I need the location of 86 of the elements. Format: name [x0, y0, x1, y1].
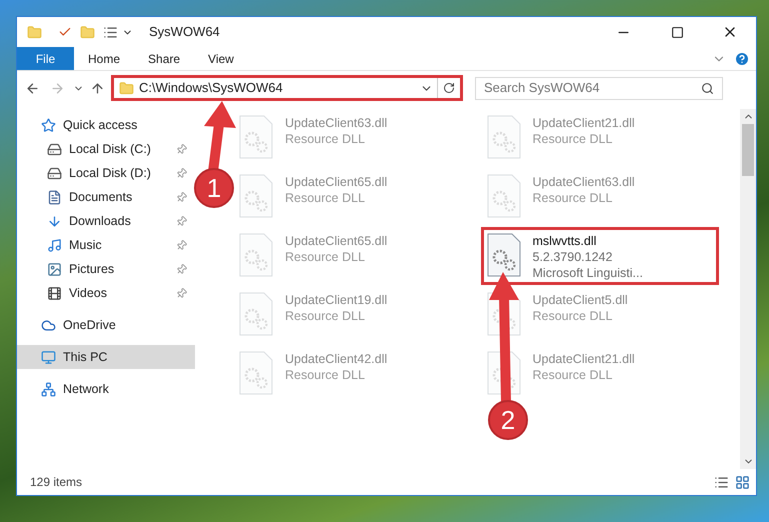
- file-detail: Resource DLL: [532, 367, 614, 383]
- help-icon[interactable]: [734, 50, 750, 66]
- folder-icon: [119, 80, 134, 96]
- file-name: UpdateClient21.dll: [532, 115, 635, 131]
- ribbon-tab[interactable]: View: [194, 47, 248, 70]
- scroll-thumb[interactable]: [742, 124, 754, 176]
- doc-icon: [47, 190, 62, 204]
- star-icon: [41, 118, 56, 132]
- file-menu-tab[interactable]: File: [17, 47, 74, 70]
- nav-label: Network: [63, 380, 110, 398]
- search-icon: [701, 82, 714, 94]
- maximize-button[interactable]: [671, 26, 684, 38]
- file-detail: 5.2.3790.1242: [532, 249, 614, 265]
- up-button[interactable]: [90, 80, 105, 96]
- gear-file-icon: [486, 233, 520, 277]
- back-button[interactable]: [25, 80, 40, 96]
- network-icon: [41, 382, 56, 396]
- ribbon-tab[interactable]: Home: [74, 47, 134, 70]
- file-detail: Resource DLL: [532, 131, 614, 147]
- item-count: 129 items: [30, 474, 84, 491]
- drive-icon: [47, 166, 62, 180]
- file-tile[interactable]: mslwvtts.dll 5.2.3790.1242 Microsoft Linguisti...: [486, 233, 712, 279]
- details-view-icon[interactable]: [714, 474, 729, 490]
- nav-label: Downloads: [69, 212, 132, 230]
- download-icon: [47, 214, 62, 228]
- gear-file-icon: [486, 115, 520, 159]
- cloud-icon: [41, 318, 56, 332]
- scrollbar[interactable]: [740, 109, 756, 469]
- nav-item[interactable]: Local Disk (D:): [17, 161, 195, 185]
- nav-label: Local Disk (C:): [69, 140, 152, 158]
- nav-label: Local Disk (D:): [69, 164, 152, 182]
- search-field[interactable]: Search SysWOW64: [475, 76, 723, 100]
- nav-label: Pictures: [69, 260, 116, 278]
- nav-item[interactable]: OneDrive: [17, 313, 195, 337]
- nav-label: Documents: [69, 188, 134, 206]
- large-icons-view-icon[interactable]: [735, 474, 750, 490]
- nav-item[interactable]: Downloads: [17, 209, 195, 233]
- nav-item[interactable]: This PC: [17, 345, 195, 369]
- nav-label: This PC: [63, 348, 108, 366]
- file-name: UpdateClient63.dll: [532, 174, 635, 190]
- picture-icon: [47, 262, 62, 276]
- gear-file-icon: [486, 351, 520, 395]
- refresh-button[interactable]: [443, 82, 455, 94]
- gear-file-icon: [239, 115, 273, 159]
- music-icon: [47, 238, 62, 252]
- file-detail: Resource DLL: [285, 367, 366, 383]
- file-detail: Resource DLL: [285, 190, 366, 206]
- search-input[interactable]: Search SysWOW64: [484, 78, 701, 98]
- gear-file-icon: [239, 233, 273, 277]
- file-name: UpdateClient42.dll: [285, 351, 388, 367]
- file-name: UpdateClient65.dll: [285, 174, 388, 190]
- file-detail: Resource DLL: [285, 131, 366, 147]
- file-detail: Resource DLL: [285, 308, 366, 324]
- file-name: UpdateClient63.dll: [285, 115, 388, 131]
- gear-file-icon: [486, 174, 520, 218]
- file-name: UpdateClient65.dll: [285, 233, 388, 249]
- gear-file-icon: [239, 174, 273, 218]
- nav-label: Quick access: [63, 116, 138, 134]
- gear-file-icon: [239, 351, 273, 395]
- nav-item[interactable]: Pictures: [17, 257, 195, 281]
- nav-item[interactable]: Documents: [17, 185, 195, 209]
- nav-label: OneDrive: [63, 316, 117, 334]
- file-detail: Resource DLL: [532, 308, 614, 324]
- address-bar[interactable]: C:\Windows\SysWOW64: [111, 75, 463, 101]
- file-detail: Resource DLL: [285, 249, 366, 265]
- nav-item[interactable]: Network: [17, 377, 195, 401]
- drive-icon: [47, 142, 62, 156]
- pc-icon: [41, 350, 56, 364]
- nav-item[interactable]: Videos: [17, 281, 195, 305]
- window-title: SysWOW64: [149, 23, 220, 42]
- nav-label: Videos: [69, 284, 108, 302]
- video-icon: [47, 286, 62, 300]
- file-name: UpdateClient21.dll: [532, 351, 635, 367]
- file-detail: Microsoft Linguisti...: [532, 265, 643, 281]
- file-name: mslwvtts.dll: [532, 233, 598, 249]
- address-path: C:\Windows\SysWOW64: [139, 79, 284, 98]
- gear-file-icon: [239, 292, 273, 336]
- file-detail: Resource DLL: [532, 190, 614, 206]
- file-name: UpdateClient5.dll: [532, 292, 628, 308]
- customize-toolbar-icon[interactable]: [103, 24, 118, 40]
- ribbon-tab[interactable]: Share: [134, 47, 194, 70]
- nav-item[interactable]: Music: [17, 233, 195, 257]
- nav-label: Music: [69, 236, 103, 254]
- nav-item[interactable]: Local Disk (C:): [17, 137, 195, 161]
- file-name: UpdateClient19.dll: [285, 292, 388, 308]
- nav-item[interactable]: Quick access: [17, 113, 195, 137]
